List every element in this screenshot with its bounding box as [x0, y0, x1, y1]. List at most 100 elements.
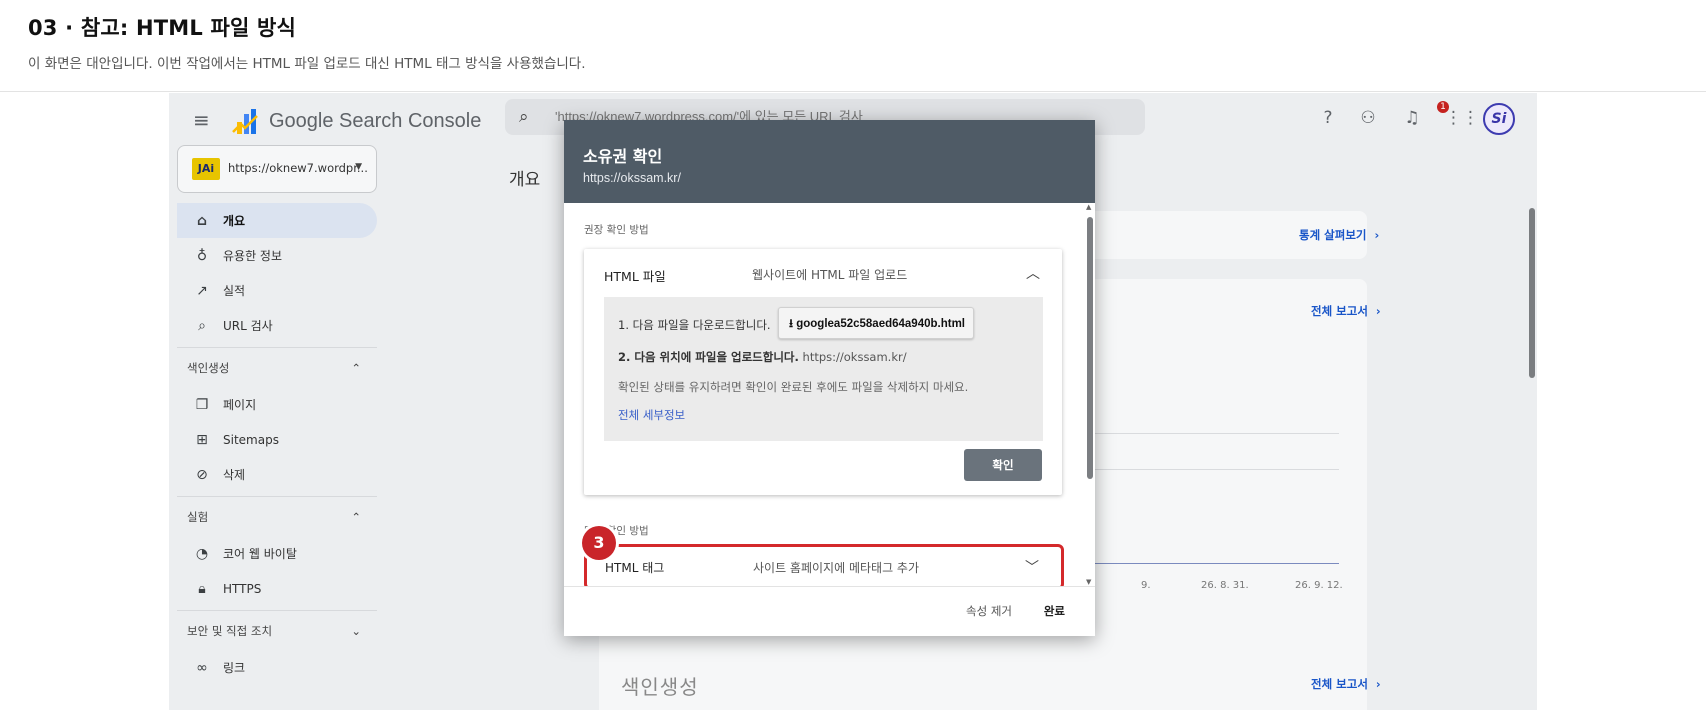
search-icon: ⌕ [519, 107, 529, 127]
dialog-header: 소유권 확인 https://okssam.kr/ [564, 120, 1095, 203]
step2-url: https://okssam.kr/ [802, 350, 907, 364]
sidebar-section-security[interactable]: 보안 및 직접 조치 ⌄ [177, 610, 377, 650]
scroll-up-arrow-icon[interactable]: ▲ [1086, 203, 1091, 211]
property-selector[interactable]: JAi https://oknew7.wordpr... ▼ [177, 145, 377, 193]
section-label: 보안 및 직접 조치 [187, 623, 273, 638]
method-name: HTML 파일 [604, 269, 666, 284]
html-tag-method-card[interactable]: HTML 태그 사이트 홈페이지에 메타태그 추가 ﹀ [584, 544, 1064, 586]
step2-text: 2. 다음 위치에 파일을 업로드합니다. [618, 350, 799, 364]
trending-icon: ↗ [196, 282, 208, 299]
help-icon[interactable]: ? [1317, 107, 1339, 129]
page-title: 03 · 참고: HTML 파일 방식 [28, 16, 297, 40]
sidebar-item-label: 코어 웹 바이탈 [223, 547, 297, 561]
sidebar-section-indexing[interactable]: 색인생성 ⌃ [177, 347, 377, 387]
chevron-up-icon: ⌃ [351, 360, 361, 375]
sidebar-item-pages[interactable]: ❐ 페이지 [177, 387, 377, 422]
html-file-method-card: HTML 파일 웹사이트에 HTML 파일 업로드 ︿ 1. 다음 파일을 다운… [584, 249, 1062, 495]
html-file-method-header[interactable]: HTML 파일 웹사이트에 HTML 파일 업로드 ︿ [584, 249, 1062, 297]
done-button[interactable]: 완료 [1044, 603, 1065, 619]
full-details-link[interactable]: 전체 세부정보 [618, 407, 685, 423]
keep-file-note: 확인된 상태를 유지하려면 확인이 완료된 후에도 파일을 삭제하지 마세요. [618, 380, 969, 394]
sidebar-item-sitemaps[interactable]: ⊞ Sitemaps [177, 422, 377, 457]
dialog-body: 권장 확인 방법 HTML 파일 웹사이트에 HTML 파일 업로드 ︿ 1. … [564, 203, 1095, 586]
menu-icon[interactable]: ≡ [193, 110, 213, 130]
sidebar-item-performance[interactable]: ↗ 실적 [177, 273, 377, 308]
sidebar-item-label: HTTPS [223, 581, 262, 596]
download-file-name: googlea52c58aed64a940b.html [796, 318, 965, 330]
sitemap-icon: ⊞ [196, 431, 208, 448]
step2-line: 2. 다음 위치에 파일을 업로드합니다. https://okssam.kr/ [618, 349, 907, 365]
app-name: Google Search Console [269, 110, 482, 132]
sidebar-item-label: 실적 [223, 284, 246, 298]
recommended-method-label: 권장 확인 방법 [584, 224, 649, 236]
axis-tick: 26. 8. 31. [1201, 580, 1249, 591]
sidebar-item-label: 삭제 [223, 468, 246, 482]
step-number-badge: 3 [582, 526, 616, 560]
sidebar-section-experience[interactable]: 실험 ⌃ [177, 496, 377, 536]
sidebar-item-overview[interactable]: ⌂ 개요 [177, 203, 377, 238]
sidebar-item-label: 유용한 정보 [223, 249, 283, 263]
lock-icon: 🔒︎ [198, 580, 206, 597]
main-scrollbar[interactable] [1527, 203, 1537, 710]
indexing-card [599, 647, 1367, 710]
search-icon: ⌕ [198, 317, 206, 334]
sidebar-nav: ⌂ 개요 ♁ 유용한 정보 ↗ 실적 ⌕ URL 검사 색인생성 ⌃ ❐ 페이지… [177, 203, 377, 685]
full-report-link[interactable]: 전체 보고서 › [1311, 676, 1381, 692]
pages-icon: ❐ [195, 396, 209, 413]
sidebar-item-label: Sitemaps [223, 432, 279, 447]
chevron-down-icon: ⌄ [351, 623, 361, 638]
top-icons: ? ⚇ ♫ 1 ⋮⋮ Si [1317, 101, 1537, 137]
axis-tick: 26. 9. 12. [1295, 580, 1343, 591]
remove-property-button[interactable]: 속성 제거 [966, 603, 1012, 619]
ownership-verification-dialog: 소유권 확인 https://okssam.kr/ 권장 확인 방법 HTML … [564, 120, 1095, 636]
sidebar-item-links[interactable]: ∞ 링크 [177, 650, 377, 685]
full-report-link[interactable]: 전체 보고서 › [1311, 303, 1381, 319]
confirm-button[interactable]: 확인 [964, 449, 1042, 481]
page-header: 03 · 참고: HTML 파일 방식 이 화면은 대안입니다. 이번 작업에서… [0, 0, 1706, 92]
stats-link[interactable]: 통계 살펴보기 › [1299, 227, 1379, 243]
sidebar-item-removals[interactable]: ⊘ 삭제 [177, 457, 377, 492]
sidebar-item-https[interactable]: 🔒︎ HTTPS [177, 571, 377, 606]
avatar[interactable]: Si [1483, 103, 1515, 135]
sidebar-item-label: 개요 [223, 214, 246, 228]
method-name: HTML 태그 [605, 561, 665, 575]
notifications-icon[interactable]: ♫ [1401, 107, 1423, 129]
sidebar-item-core-web-vitals[interactable]: ◔ 코어 웹 바이탈 [177, 536, 377, 571]
sidebar-item-insights[interactable]: ♁ 유용한 정보 [177, 238, 377, 273]
method-instructions: 1. 다음 파일을 다운로드합니다. ⭳ googlea52c58aed64a9… [604, 297, 1043, 441]
download-file-button[interactable]: ⭳ googlea52c58aed64a940b.html [778, 307, 974, 339]
lightbulb-icon: ♁ [196, 247, 208, 264]
property-logo: JAi [192, 158, 220, 180]
dialog-scrollbar[interactable]: ▲ ▼ [1085, 203, 1095, 586]
download-icon: ⭳ [789, 318, 794, 330]
hidden-icon: ⊘ [196, 466, 208, 483]
chevron-up-icon: ⌃ [351, 509, 361, 524]
page-subtitle: 이 화면은 대안입니다. 이번 작업에서는 HTML 파일 업로드 대신 HTM… [28, 56, 586, 72]
search-console-logo-icon [232, 109, 258, 134]
manage-users-icon[interactable]: ⚇ [1357, 107, 1379, 129]
sidebar-item-label: 페이지 [223, 398, 257, 412]
property-url: https://oknew7.wordpr... [228, 161, 368, 175]
link-icon: ∞ [196, 659, 208, 676]
caret-down-icon: ▼ [355, 162, 362, 172]
scroll-down-arrow-icon[interactable]: ▼ [1086, 578, 1091, 586]
scrollbar-thumb[interactable] [1529, 208, 1535, 378]
apps-grid-icon[interactable]: ⋮⋮ [1445, 107, 1479, 129]
dialog-url: https://okssam.kr/ [583, 171, 681, 185]
step1-text: 1. 다음 파일을 다운로드합니다. [618, 318, 771, 332]
sidebar-item-label: URL 검사 [223, 319, 273, 333]
dialog-footer: 속성 제거 완료 [564, 586, 1095, 636]
section-label: 실험 [187, 509, 209, 524]
section-label: 색인생성 [187, 360, 230, 375]
sidebar-item-url-inspection[interactable]: ⌕ URL 검사 [177, 308, 377, 343]
dialog-title: 소유권 확인 [583, 147, 663, 166]
chevron-up-icon[interactable]: ︿ [1026, 263, 1040, 283]
sidebar-item-label: 링크 [223, 661, 246, 675]
scrollbar-thumb[interactable] [1087, 217, 1093, 479]
chevron-down-icon[interactable]: ﹀ [1025, 557, 1039, 577]
gauge-icon: ◔ [195, 545, 209, 562]
indexing-title: 색인생성 [621, 675, 699, 699]
gsc-screenshot: ≡ Google Search Console ⌕ ? ⚇ ♫ 1 ⋮⋮ Si … [169, 93, 1537, 710]
method-description: 웹사이트에 HTML 파일 업로드 [752, 268, 908, 282]
method-description: 사이트 홈페이지에 메타태그 추가 [753, 561, 920, 575]
